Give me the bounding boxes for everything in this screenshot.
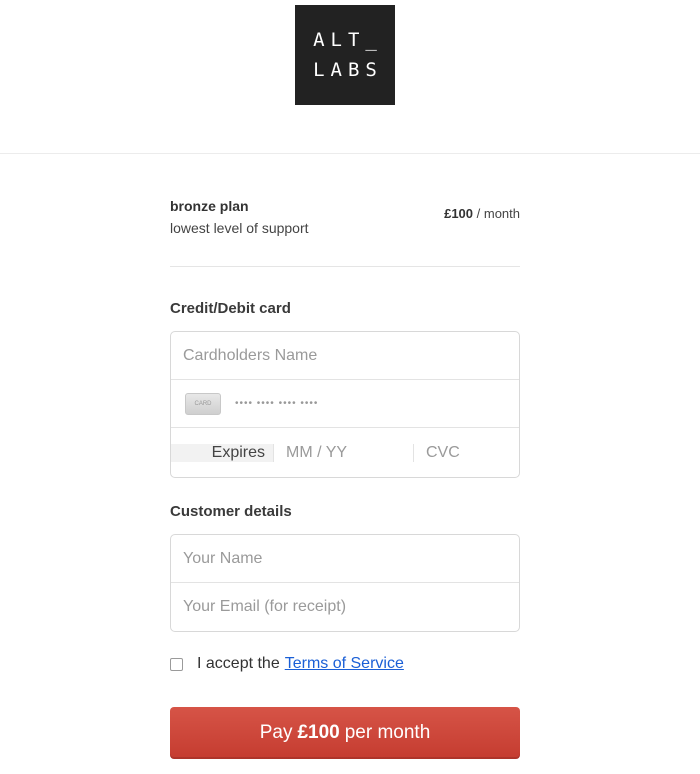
card-form: CARD •••• •••• •••• •••• Expires MM / YY… [170,331,520,478]
pay-button-amount: £100 [297,722,340,743]
plan-price: £100 / month [444,206,520,221]
customer-form [170,534,520,632]
card-number-row[interactable]: CARD •••• •••• •••• •••• [171,380,519,428]
pay-button-suffix: per month [344,722,431,743]
expiry-cvc-row: Expires MM / YY CVC [171,428,519,477]
terms-acceptance: I accept the Terms of Service [170,655,404,673]
pay-button[interactable]: Pay £100 per month [170,707,520,759]
your-email-input[interactable] [171,583,519,631]
expires-label: Expires [171,443,274,462]
cardholder-name-input[interactable] [171,332,519,379]
logo-line-2: LABS [313,59,383,81]
customer-section-title: Customer details [170,503,292,520]
header-divider [0,153,700,154]
name-row [171,535,519,583]
card-number-input[interactable]: •••• •••• •••• •••• [235,398,318,409]
terms-checkbox[interactable] [170,657,183,671]
email-row [171,583,519,631]
cardholder-row [171,332,519,380]
pay-button-prefix: Pay [259,722,293,743]
terms-text: I accept the [197,655,280,672]
card-section-title: Credit/Debit card [170,300,291,317]
expiry-input[interactable]: MM / YY [274,443,414,462]
plan-price-period: / month [476,206,520,221]
credit-card-icon: CARD [185,392,221,415]
your-name-input[interactable] [171,535,519,582]
plan-divider [170,266,520,267]
plan-price-amount: £100 [444,206,474,221]
cvc-input[interactable]: CVC [414,444,519,462]
logo-line-1: ALT_ [313,29,383,51]
alt-labs-logo: ALT_ LABS [295,5,395,105]
plan-description: lowest level of support [170,220,309,236]
plan-summary: bronze plan lowest level of support £100… [170,196,520,238]
terms-of-service-link[interactable]: Terms of Service [285,655,404,673]
